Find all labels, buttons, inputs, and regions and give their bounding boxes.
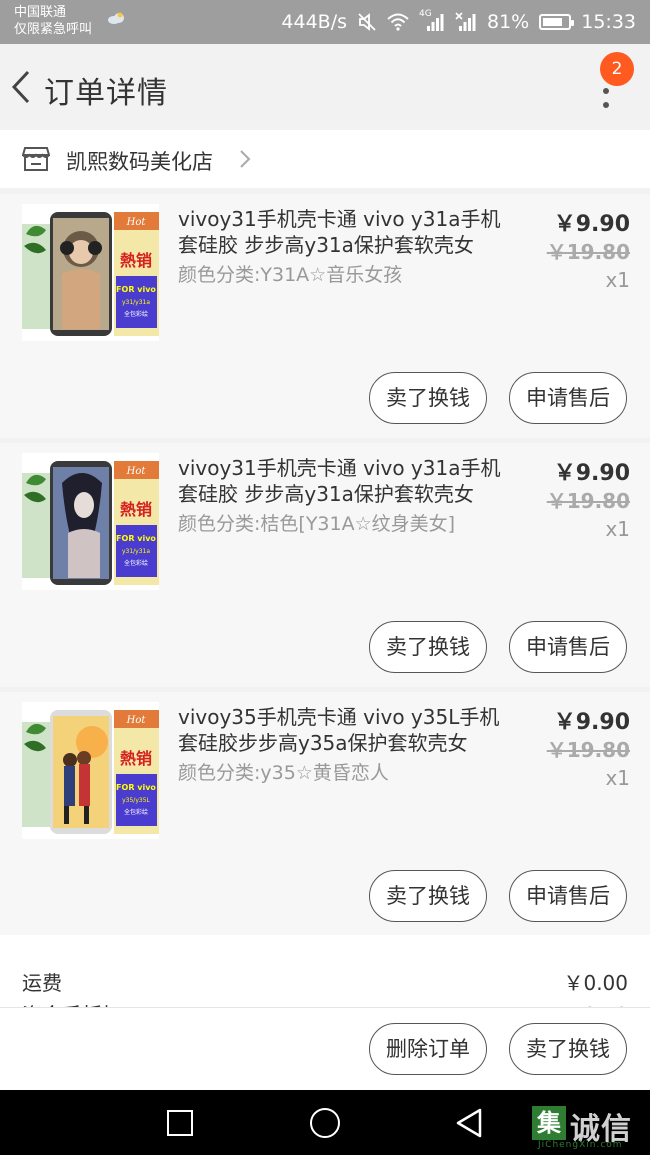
item-quantity: x1 (605, 268, 630, 292)
item-title[interactable]: vivoy35手机壳卡通 vivo y35L手机套硅胶步步高y35a保护套软壳女 (178, 704, 508, 756)
status-icons: 444B/s 4G 81% 15:33 (281, 0, 636, 44)
item-variant: 颜色分类:Y31A☆音乐女孩 (178, 264, 403, 286)
svg-text:熱销: 熱销 (120, 251, 152, 270)
sell-for-cash-button[interactable]: 卖了换钱 (369, 372, 487, 424)
product-thumbnail[interactable]: Hot 熱销 FOR vivo y35/y35L 全包彩绘 (22, 702, 159, 839)
item-quantity: x1 (605, 766, 630, 790)
item-price: ￥9.90 (553, 461, 630, 486)
battery-level (543, 18, 563, 26)
item-original-price: ￥19.80 (546, 240, 630, 264)
product-thumbnail[interactable]: Hot 熱销 FOR vivo y31/y31a 全包彩绘 (22, 204, 159, 341)
item-title[interactable]: vivoy31手机壳卡通 vivo y31a手机套硅胶 步步高y31a保护套软壳… (178, 206, 508, 258)
after-sales-button[interactable]: 申请售后 (509, 372, 627, 424)
clock: 15:33 (581, 11, 636, 33)
fee-summary: 运费 ￥0.00 资金手折扣 ￥0.10 (0, 935, 650, 1007)
shipping-value: ￥0.00 (563, 971, 628, 995)
watermark-logo-box: 集 (532, 1106, 566, 1140)
product-thumbnail[interactable]: Hot 熱销 FOR vivo y31/y31a 全包彩绘 (22, 453, 159, 590)
sell-for-cash-button[interactable]: 卖了换钱 (369, 870, 487, 922)
item-variant: 颜色分类:y35☆黄昏恋人 (178, 762, 389, 784)
app-header: 订单详情 2 (0, 44, 650, 130)
carrier-info: 中国联通 仅限紧急呼叫 (14, 4, 92, 38)
order-item[interactable]: Hot 熱销 FOR vivo y35/y35L 全包彩绘 vivoy35手机壳… (0, 692, 650, 936)
nav-back-icon[interactable] (454, 1107, 484, 1139)
svg-text:熱销: 熱销 (120, 500, 152, 519)
item-variant: 颜色分类:桔色[Y31A☆纹身美女] (178, 513, 456, 535)
emergency-only-text: 仅限紧急呼叫 (14, 22, 93, 37)
chevron-right-icon (240, 150, 251, 168)
sell-for-cash-button[interactable]: 卖了换钱 (509, 1023, 627, 1075)
svg-text:FOR vivo: FOR vivo (116, 783, 156, 792)
system-nav-bar: 集 诚信 JiChengXin.com (0, 1090, 650, 1155)
item-price: ￥9.90 (553, 710, 630, 735)
delete-order-button[interactable]: 删除订单 (369, 1023, 487, 1075)
item-original-price: ￥19.80 (546, 738, 630, 762)
svg-text:全包彩绘: 全包彩绘 (124, 559, 148, 567)
order-action-bar: 删除订单 卖了换钱 (0, 1007, 650, 1090)
shipping-label: 运费 (22, 971, 62, 995)
svg-text:FOR vivo: FOR vivo (116, 285, 156, 294)
page-title: 订单详情 (44, 76, 168, 111)
svg-text:y31/y31a: y31/y31a (122, 548, 150, 555)
discount-label: 资金手折扣 (22, 999, 122, 1007)
shop-row[interactable]: 凯熙数码美化店 (0, 130, 650, 188)
after-sales-button[interactable]: 申请售后 (509, 870, 627, 922)
battery-percent: 81% (487, 11, 530, 33)
weather-cloud-icon (108, 12, 124, 24)
store-icon (22, 147, 50, 171)
svg-text:Hot: Hot (126, 217, 147, 228)
mute-icon (358, 13, 376, 31)
svg-text:y35/y35L: y35/y35L (122, 797, 150, 804)
shop-name: 凯熙数码美化店 (66, 150, 213, 174)
item-price: ￥9.90 (553, 212, 630, 237)
item-title[interactable]: vivoy31手机壳卡通 vivo y31a手机套硅胶 步步高y31a保护套软壳… (178, 455, 508, 507)
svg-text:y31/y31a: y31/y31a (122, 299, 150, 306)
net-speed: 444B/s (281, 11, 347, 33)
svg-text:全包彩绘: 全包彩绘 (124, 808, 148, 816)
svg-text:熱销: 熱销 (120, 749, 152, 768)
watermark-logo: 集 诚信 JiChengXin.com (532, 1106, 648, 1150)
svg-text:Hot: Hot (126, 715, 147, 726)
signal-no-service-icon (455, 12, 476, 31)
signal-4g-icon: 4G (419, 9, 445, 33)
wifi-icon (387, 13, 409, 31)
notification-badge: 2 (600, 52, 634, 86)
home-icon[interactable] (310, 1108, 340, 1138)
battery-icon (539, 14, 575, 30)
svg-text:Hot: Hot (126, 466, 147, 477)
carrier-name: 中国联通 (14, 5, 67, 20)
order-item[interactable]: Hot 熱销 FOR vivo y31/y31a 全包彩绘 vivoy31手机壳… (0, 443, 650, 687)
back-arrow-icon[interactable] (10, 68, 34, 106)
svg-text:FOR vivo: FOR vivo (116, 534, 156, 543)
watermark-url: JiChengXin.com (538, 1140, 623, 1150)
after-sales-button[interactable]: 申请售后 (509, 621, 627, 673)
svg-text:全包彩绘: 全包彩绘 (124, 310, 148, 318)
recents-icon[interactable] (167, 1110, 193, 1136)
discount-value: ￥0.10 (563, 999, 628, 1007)
sell-for-cash-button[interactable]: 卖了换钱 (369, 621, 487, 673)
item-original-price: ￥19.80 (546, 489, 630, 513)
item-quantity: x1 (605, 517, 630, 541)
order-item[interactable]: Hot 熱销 FOR vivo y31/y31a 全包彩绘 vivoy31手机壳… (0, 194, 650, 438)
status-bar: 中国联通 仅限紧急呼叫 444B/s 4G 81% 15:33 (0, 0, 650, 44)
